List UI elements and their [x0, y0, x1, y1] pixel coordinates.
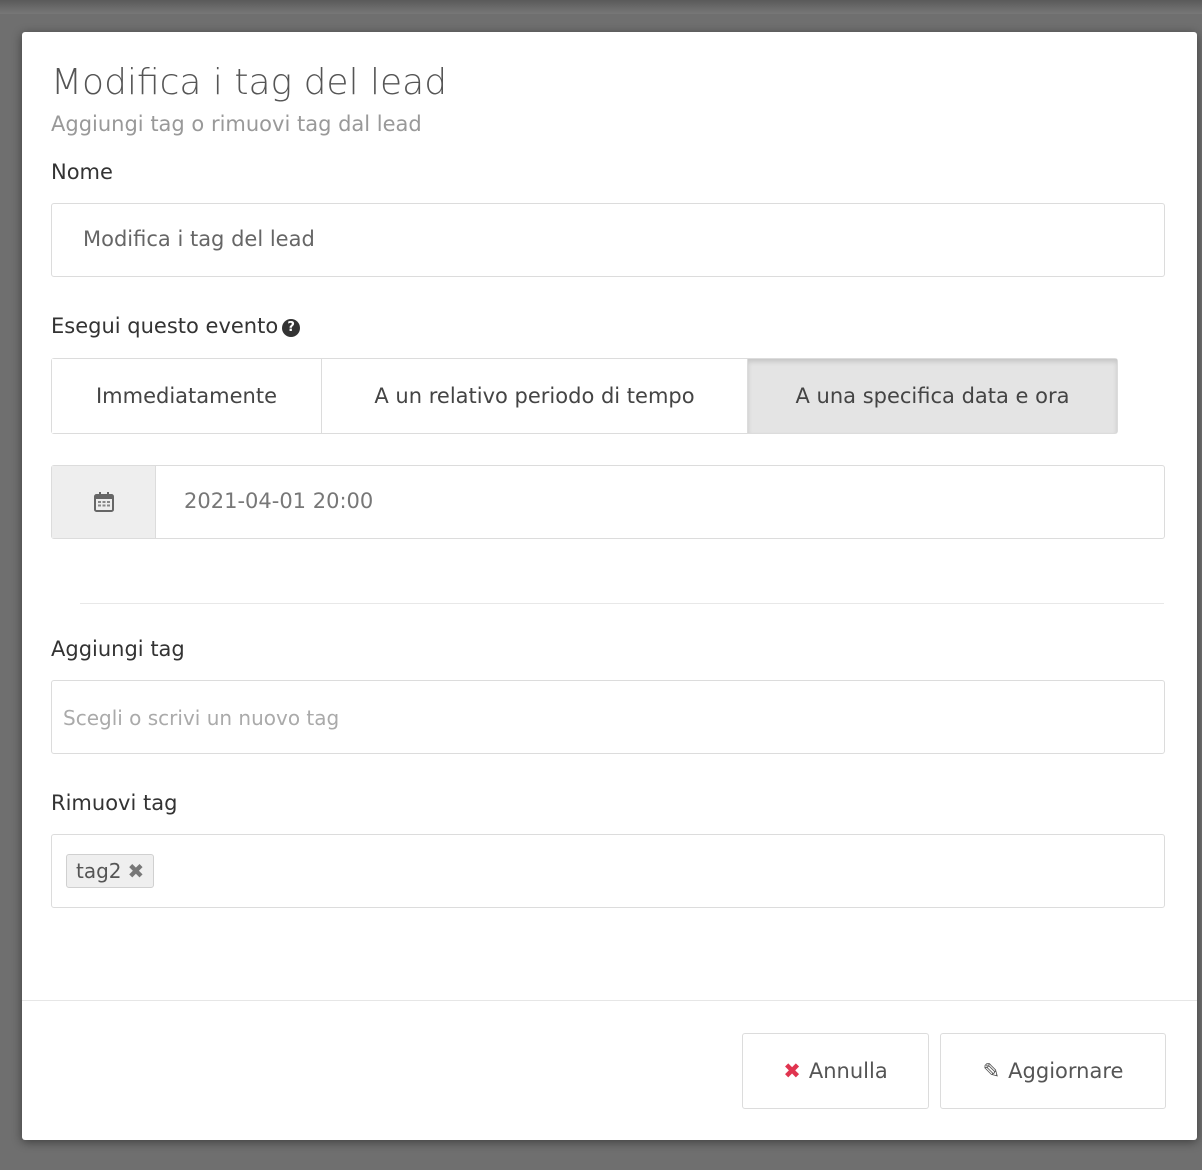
cancel-button-label: Annulla	[808, 1059, 888, 1083]
question-circle-icon[interactable]: ?	[282, 319, 301, 337]
datetime-field[interactable]: 2021-04-01 20:00	[51, 465, 1165, 539]
close-icon: ✖	[783, 1059, 801, 1083]
add-tags-field[interactable]	[51, 680, 1165, 755]
trigger-option-specific-datetime[interactable]: A una specifica data e ora	[747, 359, 1117, 433]
datetime-value[interactable]: 2021-04-01 20:00	[184, 489, 373, 513]
footer-divider	[22, 1000, 1197, 1001]
update-button-label: Aggiornare	[1008, 1059, 1124, 1083]
edit-lead-tags-modal: Modifica i tag del lead Aggiungi tag o r…	[22, 32, 1197, 1140]
cancel-button[interactable]: ✖ Annulla	[742, 1033, 929, 1109]
name-field[interactable]: Modifica i tag del lead	[51, 203, 1165, 277]
tag-chip-label: tag2	[76, 859, 122, 883]
section-divider	[80, 603, 1164, 604]
tag-chip: tag2 ✖	[66, 854, 155, 888]
name-label: Nome	[51, 160, 113, 184]
update-button[interactable]: ✎ Aggiornare	[940, 1033, 1166, 1109]
remove-tag-icon[interactable]: ✖	[128, 859, 145, 883]
modal-subtitle: Aggiungi tag o rimuovi tag dal lead	[51, 112, 422, 136]
add-tags-input[interactable]	[61, 681, 1155, 755]
calendar-icon	[93, 492, 114, 512]
trigger-label-text: Esegui questo evento	[51, 314, 279, 338]
calendar-addon[interactable]	[52, 466, 156, 538]
trigger-label: Esegui questo evento?	[51, 314, 301, 338]
trigger-option-relative-interval[interactable]: A un relativo periodo di tempo	[321, 359, 747, 433]
remove-tags-label: Rimuovi tag	[51, 791, 178, 815]
pencil-icon: ✎	[982, 1059, 1001, 1083]
add-tags-label: Aggiungi tag	[51, 637, 185, 661]
remove-tags-field[interactable]: tag2 ✖	[51, 834, 1165, 908]
name-field-value[interactable]: Modifica i tag del lead	[83, 227, 315, 251]
modal-backdrop	[0, 0, 1202, 14]
trigger-mode-group: Immediatamente A un relativo periodo di …	[51, 358, 1118, 434]
trigger-option-immediately[interactable]: Immediatamente	[52, 359, 321, 433]
modal-title: Modifica i tag del lead	[51, 62, 448, 103]
